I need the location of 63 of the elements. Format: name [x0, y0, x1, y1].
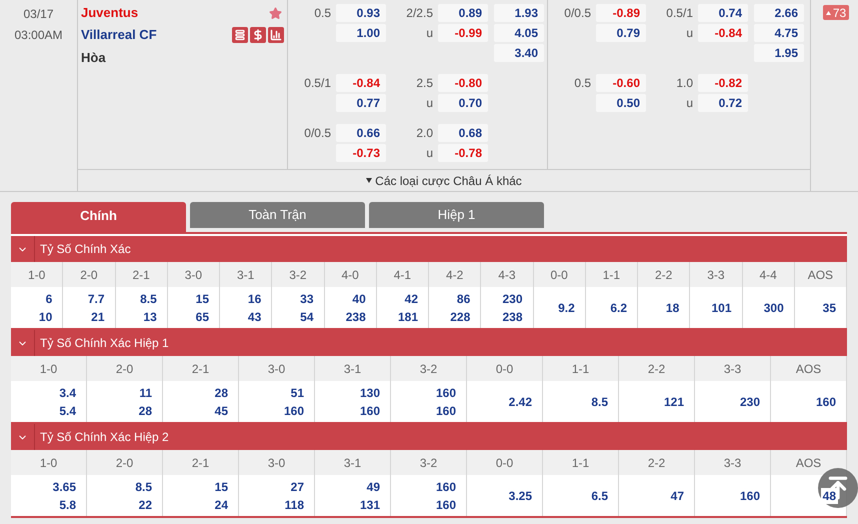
odds-value[interactable]: 0.93 [336, 4, 386, 22]
dollar-icon[interactable] [250, 26, 266, 42]
caret-up-icon [826, 10, 831, 14]
odds-value[interactable]: 0.79 [596, 24, 646, 42]
odds-value[interactable]: 1.93 [494, 4, 544, 22]
section-title: Tỷ Số Chính Xác Hiệp 1 [39, 335, 169, 352]
line-label: 0/0.5 [304, 125, 331, 142]
draw-label: Hòa [81, 49, 107, 67]
match-time: 03:00AM [14, 27, 63, 44]
odds-value[interactable]: -0.60 [596, 74, 646, 92]
odds-value[interactable]: 48 [820, 488, 838, 504]
section-header[interactable]: Tỷ Số Chính Xác [11, 236, 847, 262]
tab[interactable]: Hiệp 1 [369, 202, 544, 228]
line-label: u [686, 95, 693, 112]
odds-value[interactable]: 0.72 [698, 94, 748, 112]
odds-value[interactable]: 1.95 [754, 44, 804, 62]
bar-chart-icon[interactable] [268, 26, 284, 42]
odds-value[interactable]: -0.78 [438, 144, 488, 162]
odds-value[interactable]: -0.99 [438, 24, 488, 42]
odds-value[interactable]: -0.84 [698, 24, 748, 42]
favorite-star-icon[interactable] [269, 6, 282, 20]
odds-value[interactable]: 0.66 [336, 124, 386, 142]
odds-value[interactable]: -0.89 [596, 4, 646, 22]
odds-value[interactable]: 4.75 [754, 24, 804, 42]
line-label: u [426, 25, 433, 42]
list-icon[interactable] [232, 26, 248, 42]
line-label: 2.0 [416, 125, 433, 142]
line-label: 0.5/1 [666, 5, 693, 22]
section-header[interactable]: Tỷ Số Chính Xác Hiệp 1 [11, 330, 847, 356]
line-label: 0.5 [574, 75, 591, 92]
odds-value[interactable]: 0.68 [438, 124, 488, 142]
odds-value[interactable]: -0.80 [438, 74, 488, 92]
odds-value[interactable]: 4.05 [494, 24, 544, 42]
more-bets-link[interactable]: Các loại cược Châu Á khác [375, 172, 522, 190]
section-title: Tỷ Số Chính Xác [39, 241, 131, 258]
line-label: 2/2.5 [406, 5, 433, 22]
tab[interactable]: Chính [11, 202, 186, 232]
odds-value[interactable]: 0.77 [336, 94, 386, 112]
odds-value[interactable]: -0.73 [336, 144, 386, 162]
dropdown-triangle-icon [366, 178, 372, 183]
match-date: 03/17 [23, 6, 54, 23]
home-team[interactable]: Juventus [81, 3, 138, 23]
line-label: 0/0.5 [564, 5, 591, 22]
odds-value[interactable]: 0.50 [596, 94, 646, 112]
line-label: u [426, 95, 433, 112]
odds-value[interactable]: 0.74 [698, 4, 748, 22]
line-label: 0.5 [314, 5, 331, 22]
odds-value[interactable]: 0.89 [438, 4, 488, 22]
section-title: Tỷ Số Chính Xác Hiệp 2 [39, 429, 169, 446]
line-label: u [426, 145, 433, 162]
away-team[interactable]: Villarreal CF [81, 24, 157, 44]
line-label: u [686, 25, 693, 42]
odds-value[interactable]: -0.82 [698, 74, 748, 92]
line-label: 2.5 [416, 75, 433, 92]
odds-value[interactable]: 1.00 [336, 24, 386, 42]
odds-value[interactable]: 0.70 [438, 94, 488, 112]
tab[interactable]: Toàn Trận [190, 202, 365, 228]
odds-value[interactable]: 3.40 [494, 44, 544, 62]
line-label: 1.0 [676, 75, 693, 92]
odds-value[interactable]: 2.66 [754, 4, 804, 22]
section-header[interactable]: Tỷ Số Chính Xác Hiệp 2 [11, 424, 847, 450]
odds-value[interactable]: -0.84 [336, 74, 386, 92]
line-label: 0.5/1 [304, 75, 331, 92]
